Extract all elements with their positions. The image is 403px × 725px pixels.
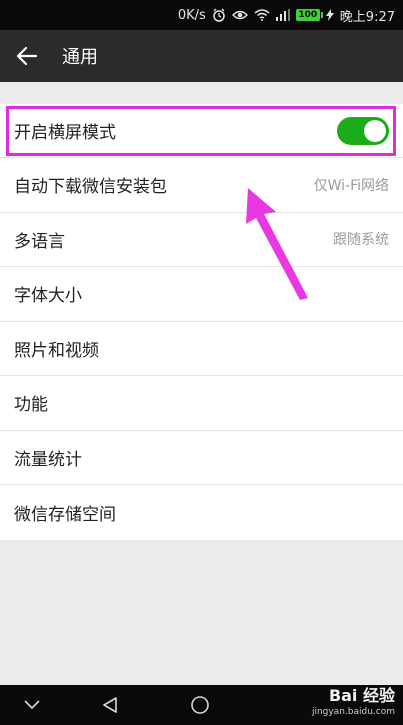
screen: 0K/s 100 晚上9:27 通用 开启横屏模式 自动下载微信安装包 仅Wi-… <box>0 0 403 725</box>
setting-row-features[interactable]: 功能 <box>0 376 403 431</box>
setting-label: 自动下载微信安装包 <box>14 177 167 198</box>
net-speed: 0K/s <box>177 7 206 23</box>
nav-back-button[interactable] <box>90 685 130 725</box>
back-arrow-icon <box>16 46 38 66</box>
settings-list: 开启横屏模式 自动下载微信安装包 仅Wi-Fi网络 多语言 跟随系统 字体大小 … <box>0 104 403 540</box>
setting-label: 开启横屏模式 <box>14 123 116 143</box>
setting-row-font-size[interactable]: 字体大小 <box>0 267 403 322</box>
circle-home-icon <box>191 696 209 714</box>
clock: 晚上9:27 <box>339 9 395 25</box>
setting-row-photos-videos[interactable]: 照片和视频 <box>0 322 403 376</box>
toggle-knob <box>364 119 386 142</box>
chevron-down-icon <box>24 700 40 710</box>
watermark-brand: Bai 经验 <box>328 686 395 705</box>
setting-row-landscape[interactable]: 开启横屏模式 <box>0 104 403 158</box>
page-title: 通用 <box>62 47 98 68</box>
signal-icon <box>275 9 290 21</box>
charging-icon <box>325 9 334 21</box>
battery-level: 100 <box>298 10 318 20</box>
watermark: Bai 经验 jingyan.baidu.com <box>312 688 395 717</box>
triangle-back-icon <box>103 697 117 713</box>
nav-home-button[interactable] <box>180 685 220 725</box>
eye-icon <box>231 9 248 21</box>
setting-label: 照片和视频 <box>14 340 99 361</box>
battery-icon: 100 <box>295 9 323 21</box>
landscape-toggle[interactable] <box>337 116 389 145</box>
setting-row-auto-download[interactable]: 自动下载微信安装包 仅Wi-Fi网络 <box>0 158 403 213</box>
nav-collapse-button[interactable] <box>12 685 52 725</box>
alarm-icon <box>212 8 226 22</box>
setting-label: 流量统计 <box>14 449 82 470</box>
wifi-icon <box>254 9 270 21</box>
setting-label: 多语言 <box>14 231 65 252</box>
setting-value: 仅Wi-Fi网络 <box>313 177 389 194</box>
app-header: 通用 <box>0 30 403 82</box>
watermark-url: jingyan.baidu.com <box>311 707 395 717</box>
setting-label: 字体大小 <box>14 286 82 307</box>
back-button[interactable] <box>0 30 54 82</box>
setting-label: 微信存储空间 <box>14 504 116 525</box>
setting-value: 跟随系统 <box>333 232 389 249</box>
setting-row-data-usage[interactable]: 流量统计 <box>0 431 403 485</box>
setting-label: 功能 <box>14 395 48 416</box>
status-bar: 0K/s 100 晚上9:27 <box>0 0 403 30</box>
setting-row-storage[interactable]: 微信存储空间 <box>0 485 403 540</box>
setting-row-language[interactable]: 多语言 跟随系统 <box>0 213 403 267</box>
